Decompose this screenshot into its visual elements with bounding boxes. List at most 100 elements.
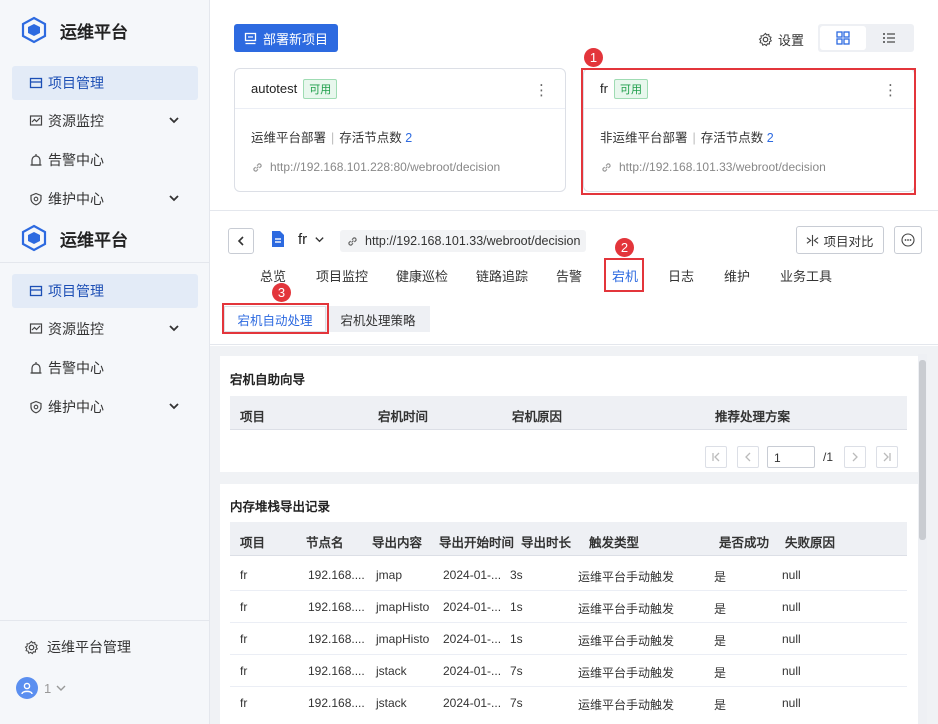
app-name: 运维平台 xyxy=(60,22,128,42)
column-header: 触发类型 xyxy=(589,536,640,550)
sidebar-item-maintenance-center[interactable]: 维护中心 xyxy=(12,390,198,424)
last-page-button[interactable] xyxy=(876,446,898,468)
table-row[interactable]: fr 192.168.... jstack 2024-01-... 7s 运维平… xyxy=(230,687,907,719)
column-header: 导出时长 xyxy=(521,536,572,550)
cell: 192.168.... xyxy=(308,696,365,710)
grid-icon xyxy=(836,31,850,45)
deploy-icon xyxy=(244,32,257,44)
platform-admin-label: 运维平台管理 xyxy=(47,639,131,655)
more-vertical-icon[interactable]: ⋮ xyxy=(534,81,549,99)
sidebar-item-alert-center[interactable]: 告警中心 xyxy=(12,351,198,385)
cell: 是 xyxy=(714,570,727,584)
column-header: 宕机原因 xyxy=(512,410,563,424)
settings-button[interactable]: 设置 xyxy=(758,30,804,49)
project-selector[interactable]: fr xyxy=(270,230,325,248)
cell: 1s xyxy=(510,600,523,614)
column-header: 节点名 xyxy=(306,536,344,550)
sidebar-logo[interactable]: 运维平台 xyxy=(20,224,128,252)
tab-health-check[interactable]: 健康巡检 xyxy=(396,266,448,285)
table-header: 项目 宕机时间 宕机原因 推荐处理方案 xyxy=(230,396,907,430)
page-input[interactable]: 1 xyxy=(767,446,815,468)
sidebar-item-maintenance-center[interactable]: 维护中心 xyxy=(12,182,198,216)
gear-icon xyxy=(758,32,773,47)
sidebar-item-label: 资源监控 xyxy=(48,113,104,129)
deploy-type: 运维平台部署 xyxy=(251,131,327,145)
project-name: autotest xyxy=(251,81,298,96)
shield-icon xyxy=(28,191,44,207)
list-view-icon xyxy=(883,33,895,43)
sidebar-item-label: 维护中心 xyxy=(48,191,104,207)
link-icon xyxy=(348,236,357,246)
subtab-handle-policy[interactable]: 宕机处理策略 xyxy=(326,306,430,332)
sidebar-logo[interactable]: 运维平台 xyxy=(20,16,128,44)
card-url[interactable]: http://192.168.101.228:80/webroot/decisi… xyxy=(251,160,500,174)
cell: 3s xyxy=(510,568,523,582)
list-view-button[interactable] xyxy=(866,26,912,50)
monitor-icon xyxy=(28,113,44,129)
sidebar-item-project-management[interactable]: 项目管理 xyxy=(12,274,198,308)
scrollbar-thumb[interactable] xyxy=(919,360,926,540)
table-row[interactable]: fr 192.168.... jstack 2024-01-... 7s 运维平… xyxy=(230,655,907,687)
project-url-text: http://192.168.101.33/webroot/decision xyxy=(365,234,581,248)
project-compare-button[interactable]: 项目对比 xyxy=(796,226,884,254)
platform-admin-link[interactable]: 运维平台管理 xyxy=(24,637,131,657)
nodes-count: 2 xyxy=(405,131,413,145)
project-card-autotest[interactable]: autotest 可用 ⋮ 运维平台部署 | 存活节点数 2 http://192.… xyxy=(234,68,566,192)
sidebar-item-alert-center[interactable]: 告警中心 xyxy=(12,143,198,177)
cell: 运维平台手动触发 xyxy=(578,666,675,680)
view-toggle xyxy=(818,24,914,52)
sidebar-item-resource-monitor[interactable]: 资源监控 xyxy=(12,312,198,346)
cell: fr xyxy=(240,568,248,582)
file-icon xyxy=(272,231,284,247)
sidebar-item-label: 告警中心 xyxy=(48,152,104,168)
card-url-text: http://192.168.101.228:80/webroot/decisi… xyxy=(270,160,501,174)
highlight-box xyxy=(222,303,329,334)
sidebar-item-resource-monitor[interactable]: 资源监控 xyxy=(12,104,198,138)
back-button[interactable] xyxy=(228,228,254,254)
chevron-down-icon xyxy=(169,403,179,410)
cell: null xyxy=(782,632,801,646)
grid-view-button[interactable] xyxy=(820,26,866,50)
tab-business-tools[interactable]: 业务工具 xyxy=(780,266,832,285)
deploy-project-button[interactable]: 部署新项目 xyxy=(234,24,338,52)
user-menu[interactable]: 1 xyxy=(16,677,67,699)
cell: 192.168.... xyxy=(308,632,365,646)
cell: 2024-01-... xyxy=(443,568,502,582)
cell: jmapHisto xyxy=(376,600,430,614)
table-header: 项目 节点名 导出内容 导出开始时间 导出时长 触发类型 是否成功 失败原因 xyxy=(230,522,907,556)
next-page-button[interactable] xyxy=(844,446,866,468)
table-row[interactable]: fr 192.168.... jmapHisto 2024-01-... 1s … xyxy=(230,591,907,623)
cell: jmap xyxy=(376,568,403,582)
more-button[interactable] xyxy=(894,226,922,254)
gear-icon xyxy=(24,640,39,654)
alarm-icon xyxy=(28,360,44,376)
first-page-button[interactable] xyxy=(705,446,727,468)
nodes-label: 存活节点数 xyxy=(339,131,402,145)
status-badge: 可用 xyxy=(303,78,338,99)
tab-alert[interactable]: 告警 xyxy=(556,266,582,285)
cell: 1s xyxy=(510,632,523,646)
tab-trace[interactable]: 链路追踪 xyxy=(476,266,528,285)
project-url[interactable]: http://192.168.101.33/webroot/decision xyxy=(340,230,587,252)
tab-project-monitor[interactable]: 项目监控 xyxy=(316,266,368,285)
card-header: autotest 可用 xyxy=(235,69,565,109)
sidebar-item-label: 维护中心 xyxy=(48,399,104,415)
prev-page-button[interactable] xyxy=(737,446,759,468)
avatar xyxy=(16,677,38,699)
chevron-down-icon xyxy=(169,325,179,332)
table-row[interactable]: fr 192.168.... jmap 2024-01-... 3s 运维平台手… xyxy=(230,559,907,591)
sidebar-item-project-management[interactable]: 项目管理 xyxy=(12,66,198,100)
last-page-icon xyxy=(883,452,891,462)
highlight-box xyxy=(581,68,916,195)
sidebar: 运维平台 项目管理 资源监控 告警中心 维护中心 运维平台 项目管理 资源监控 … xyxy=(0,0,210,724)
cell: 运维平台手动触发 xyxy=(578,698,675,712)
table-row[interactable]: fr 192.168.... jmapHisto 2024-01-... 1s … xyxy=(230,623,907,655)
list-icon xyxy=(28,283,44,299)
tab-maintenance[interactable]: 维护 xyxy=(724,266,750,285)
tab-log[interactable]: 日志 xyxy=(668,266,694,285)
cell: fr xyxy=(240,696,248,710)
alarm-icon xyxy=(28,152,44,168)
chevron-left-icon xyxy=(237,236,244,246)
cell: fr xyxy=(240,600,248,614)
chevron-down-icon xyxy=(169,195,179,202)
